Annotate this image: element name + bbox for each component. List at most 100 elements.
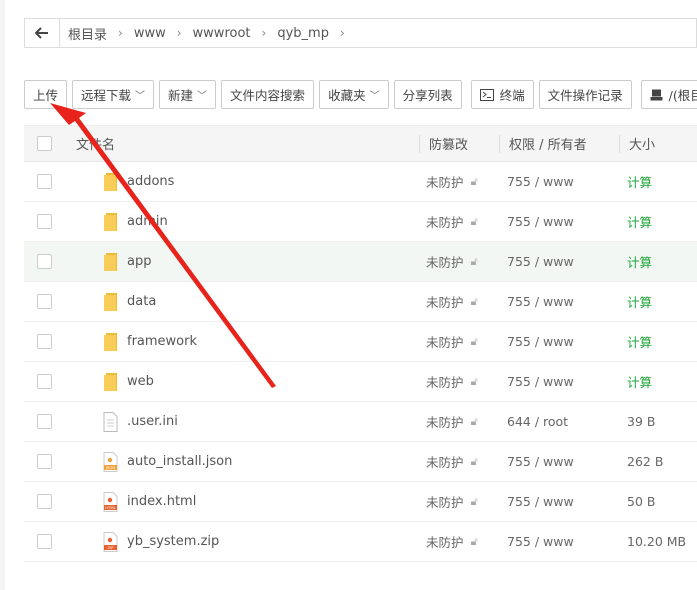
file-name[interactable]: .user.ini [127,414,178,429]
table-row[interactable]: HTML index.html 未防护 🔓︎ 755 / www 50 B [24,482,697,522]
breadcrumb: 根目录 › www › wwwroot › qyb_mp › [24,18,697,48]
unlock-icon[interactable]: 🔓︎ [471,535,478,549]
unlock-icon[interactable]: 🔓︎ [471,215,478,229]
operation-log-button[interactable]: 文件操作记录 [538,80,632,109]
protect-cell[interactable]: 未防护 🔓︎ [426,332,478,351]
select-all-checkbox[interactable] [37,136,52,151]
protect-cell[interactable]: 未防护 🔓︎ [426,372,478,391]
chevron-right-icon: › [176,26,182,40]
breadcrumb-link[interactable]: www [134,26,166,41]
table-row[interactable]: ZIP yb_system.zip 未防护 🔓︎ 755 / www 10.20 MB [24,522,697,562]
protect-cell[interactable]: 未防护 🔓︎ [426,172,478,191]
file-name-cell[interactable]: .user.ini [103,411,178,432]
calculate-size-link[interactable]: 计算 [627,252,652,271]
table-row[interactable]: web 未防护 🔓︎ 755 / www 计算 [24,362,697,402]
unlock-icon[interactable]: 🔓︎ [471,415,478,429]
row-checkbox[interactable] [37,494,52,509]
breadcrumb-link[interactable]: wwwroot [193,26,251,41]
upload-button[interactable]: 上传 [24,80,68,109]
protect-cell[interactable]: 未防护 🔓︎ [426,292,478,311]
row-checkbox[interactable] [37,534,52,549]
remote-download-button[interactable]: 远程下载 ﹀ [72,80,155,109]
table-row[interactable]: app 未防护 🔓︎ 755 / www 计算 [24,242,697,282]
file-name[interactable]: addons [127,174,174,189]
unlock-icon[interactable]: 🔓︎ [471,455,478,469]
protect-cell[interactable]: 未防护 🔓︎ [426,492,478,511]
file-name-cell[interactable]: ZIP yb_system.zip [103,531,219,552]
file-name[interactable]: admin [127,214,168,229]
unlock-icon[interactable]: 🔓︎ [471,495,478,509]
file-name-cell[interactable]: addons [103,172,174,192]
calculate-size-link[interactable]: 计算 [627,372,652,391]
unlock-icon[interactable]: 🔓︎ [471,255,478,269]
file-name[interactable]: auto_install.json [127,454,232,469]
protect-cell[interactable]: 未防护 🔓︎ [426,212,478,231]
table-row[interactable]: data 未防护 🔓︎ 755 / www 计算 [24,282,697,322]
file-name-cell[interactable]: framework [103,332,197,352]
row-checkbox[interactable] [37,454,52,469]
header-protect[interactable]: 防篡改 [429,134,468,153]
protect-cell[interactable]: 未防护 🔓︎ [426,532,478,551]
file-name[interactable]: web [127,374,154,389]
table-row[interactable]: JSON auto_install.json 未防护 🔓︎ 755 / www 262 B [24,442,697,482]
permission-owner[interactable]: 755 / www [507,214,574,229]
row-checkbox[interactable] [37,414,52,429]
row-checkbox[interactable] [37,254,52,269]
permission-owner[interactable]: 755 / www [507,454,574,469]
terminal-button[interactable]: 终端 [470,80,534,109]
table-row[interactable]: .user.ini 未防护 🔓︎ 644 / root 39 B [24,402,697,442]
file-name-cell[interactable]: HTML index.html [103,491,196,512]
table-row[interactable]: addons 未防护 🔓︎ 755 / www 计算 [24,162,697,202]
breadcrumb-link[interactable]: 根目录 [68,24,107,43]
back-button[interactable] [25,19,60,47]
protect-cell[interactable]: 未防护 🔓︎ [426,452,478,471]
header-size[interactable]: 大小 [629,134,655,153]
file-name-cell[interactable]: admin [103,212,168,232]
row-checkbox[interactable] [37,174,52,189]
unlock-icon[interactable]: 🔓︎ [471,335,478,349]
calculate-size-link[interactable]: 计算 [627,332,652,351]
table-row[interactable]: framework 未防护 🔓︎ 755 / www 计算 [24,322,697,362]
file-name-cell[interactable]: web [103,372,154,392]
file-name-cell[interactable]: JSON auto_install.json [103,451,232,472]
table-row[interactable]: admin 未防护 🔓︎ 755 / www 计算 [24,202,697,242]
disk-icon [650,89,663,100]
permission-owner[interactable]: 755 / www [507,534,574,549]
unlock-icon[interactable]: 🔓︎ [471,375,478,389]
share-list-button[interactable]: 分享列表 [393,80,462,109]
header-name[interactable]: 文件名 [76,134,115,153]
row-checkbox[interactable] [37,334,52,349]
permission-owner[interactable]: 755 / www [507,374,574,389]
file-name[interactable]: index.html [127,494,196,509]
file-name[interactable]: framework [127,334,197,349]
file-name[interactable]: data [127,294,156,309]
file-name-cell[interactable]: app [103,252,151,272]
favorites-button[interactable]: 收藏夹 ﹀ [319,80,389,109]
disk-button[interactable]: /(根目录 [640,80,697,109]
row-checkbox[interactable] [37,214,52,229]
file-name-cell[interactable]: data [103,292,156,312]
calculate-size-link[interactable]: 计算 [627,172,652,191]
row-checkbox[interactable] [37,374,52,389]
header-permission[interactable]: 权限 / 所有者 [509,134,587,153]
chevron-down-icon: ﹀ [135,91,146,102]
unlock-icon[interactable]: 🔓︎ [471,295,478,309]
new-button[interactable]: 新建 ﹀ [159,80,217,109]
breadcrumb-link[interactable]: qyb_mp [277,26,329,41]
permission-owner[interactable]: 755 / www [507,294,574,309]
file-name[interactable]: app [127,254,151,269]
row-checkbox[interactable] [37,294,52,309]
folder-icon [103,372,118,392]
content-search-button[interactable]: 文件内容搜索 [221,80,315,109]
permission-owner[interactable]: 644 / root [507,414,568,429]
file-name[interactable]: yb_system.zip [127,534,219,549]
protect-cell[interactable]: 未防护 🔓︎ [426,252,478,271]
calculate-size-link[interactable]: 计算 [627,292,652,311]
unlock-icon[interactable]: 🔓︎ [471,175,478,189]
permission-owner[interactable]: 755 / www [507,334,574,349]
permission-owner[interactable]: 755 / www [507,174,574,189]
protect-cell[interactable]: 未防护 🔓︎ [426,412,478,431]
calculate-size-link[interactable]: 计算 [627,212,652,231]
permission-owner[interactable]: 755 / www [507,254,574,269]
permission-owner[interactable]: 755 / www [507,494,574,509]
